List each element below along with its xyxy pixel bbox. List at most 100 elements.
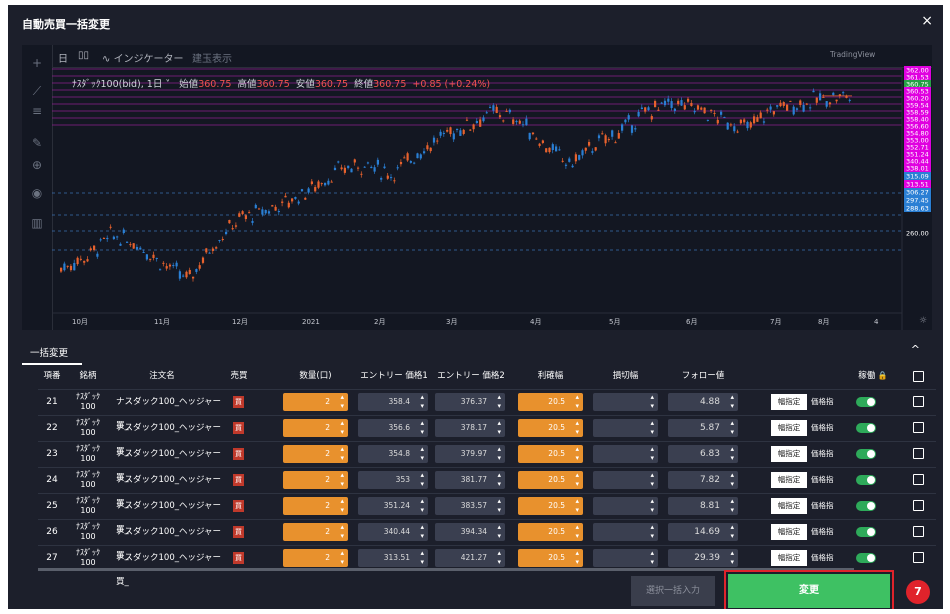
- row-checkbox[interactable]: [913, 396, 924, 407]
- spinner-icon[interactable]: ▴ ▾: [730, 393, 734, 411]
- follow-value-input[interactable]: 7.82 ▴ ▾: [668, 471, 738, 489]
- row-checkbox[interactable]: [913, 500, 924, 511]
- spinner-icon[interactable]: ▴ ▾: [575, 549, 579, 567]
- spinner-icon[interactable]: ▴ ▾: [420, 419, 424, 437]
- active-toggle[interactable]: [856, 423, 876, 433]
- spinner-icon[interactable]: ▴ ▾: [497, 497, 501, 515]
- entry-price2-input[interactable]: 376.37 ▴ ▾: [435, 393, 505, 411]
- spinner-icon[interactable]: ▴ ▾: [575, 393, 579, 411]
- chevron-up-icon[interactable]: ^: [911, 343, 920, 356]
- active-toggle[interactable]: [856, 475, 876, 485]
- quantity-input[interactable]: 2 ▴ ▾: [283, 445, 348, 463]
- spinner-icon[interactable]: ▴ ▾: [420, 471, 424, 489]
- spinner-icon[interactable]: ▴ ▾: [730, 497, 734, 515]
- spinner-icon[interactable]: ▴ ▾: [497, 549, 501, 567]
- spinner-icon[interactable]: ▴ ▾: [420, 497, 424, 515]
- take-profit-input[interactable]: 20.5 ▴ ▾: [518, 419, 583, 437]
- spinner-icon[interactable]: ▴ ▾: [575, 471, 579, 489]
- entry-price1-input[interactable]: 351.24 ▴ ▾: [358, 497, 428, 515]
- price-spec-button[interactable]: 価格指: [811, 520, 837, 544]
- follow-value-input[interactable]: 6.83 ▴ ▾: [668, 445, 738, 463]
- spinner-icon[interactable]: ▴ ▾: [340, 497, 344, 515]
- stop-loss-input[interactable]: ▴ ▾: [593, 445, 658, 463]
- quantity-input[interactable]: 2 ▴ ▾: [283, 549, 348, 567]
- price-spec-button[interactable]: 価格指: [811, 416, 837, 440]
- active-toggle[interactable]: [856, 553, 876, 563]
- spinner-icon[interactable]: ▴ ▾: [650, 549, 654, 567]
- spinner-icon[interactable]: ▴ ▾: [650, 471, 654, 489]
- spinner-icon[interactable]: ▴ ▾: [420, 445, 424, 463]
- price-spec-button[interactable]: 価格指: [811, 494, 837, 518]
- take-profit-input[interactable]: 20.5 ▴ ▾: [518, 445, 583, 463]
- spinner-icon[interactable]: ▴ ▾: [575, 523, 579, 541]
- width-spec-button[interactable]: 幅指定: [771, 550, 807, 566]
- width-spec-button[interactable]: 幅指定: [771, 524, 807, 540]
- stop-loss-input[interactable]: ▴ ▾: [593, 497, 658, 515]
- active-toggle[interactable]: [856, 501, 876, 511]
- width-spec-button[interactable]: 幅指定: [771, 420, 807, 436]
- spinner-icon[interactable]: ▴ ▾: [340, 419, 344, 437]
- follow-value-input[interactable]: 29.39 ▴ ▾: [668, 549, 738, 567]
- spinner-icon[interactable]: ▴ ▾: [650, 393, 654, 411]
- spinner-icon[interactable]: ▴ ▾: [497, 523, 501, 541]
- spinner-icon[interactable]: ▴ ▾: [340, 445, 344, 463]
- quantity-input[interactable]: 2 ▴ ▾: [283, 471, 348, 489]
- price-spec-button[interactable]: 価格指: [811, 390, 837, 414]
- follow-value-input[interactable]: 5.87 ▴ ▾: [668, 419, 738, 437]
- row-checkbox[interactable]: [913, 422, 924, 433]
- spinner-icon[interactable]: ▴ ▾: [420, 393, 424, 411]
- stop-loss-input[interactable]: ▴ ▾: [593, 523, 658, 541]
- quantity-input[interactable]: 2 ▴ ▾: [283, 419, 348, 437]
- spinner-icon[interactable]: ▴ ▾: [650, 445, 654, 463]
- symbol-label[interactable]: ﾅｽﾀﾞｯｸ100(bid), 1日 ˅: [72, 79, 170, 90]
- take-profit-input[interactable]: 20.5 ▴ ▾: [518, 393, 583, 411]
- follow-value-input[interactable]: 14.69 ▴ ▾: [668, 523, 738, 541]
- row-checkbox[interactable]: [913, 474, 924, 485]
- take-profit-input[interactable]: 20.5 ▴ ▾: [518, 549, 583, 567]
- width-spec-button[interactable]: 幅指定: [771, 446, 807, 462]
- spinner-icon[interactable]: ▴ ▾: [340, 523, 344, 541]
- stop-loss-input[interactable]: ▴ ▾: [593, 471, 658, 489]
- price-spec-button[interactable]: 価格指: [811, 546, 837, 570]
- follow-value-input[interactable]: 8.81 ▴ ▾: [668, 497, 738, 515]
- spinner-icon[interactable]: ▴ ▾: [340, 471, 344, 489]
- row-checkbox[interactable]: [913, 526, 924, 537]
- entry-price2-input[interactable]: 381.77 ▴ ▾: [435, 471, 505, 489]
- entry-price1-input[interactable]: 340.44 ▴ ▾: [358, 523, 428, 541]
- entry-price1-input[interactable]: 356.6 ▴ ▾: [358, 419, 428, 437]
- spinner-icon[interactable]: ▴ ▾: [497, 419, 501, 437]
- spinner-icon[interactable]: ▴ ▾: [497, 393, 501, 411]
- entry-price1-input[interactable]: 358.4 ▴ ▾: [358, 393, 428, 411]
- spinner-icon[interactable]: ▴ ▾: [340, 393, 344, 411]
- entry-price1-input[interactable]: 354.8 ▴ ▾: [358, 445, 428, 463]
- quantity-input[interactable]: 2 ▴ ▾: [283, 497, 348, 515]
- take-profit-input[interactable]: 20.5 ▴ ▾: [518, 471, 583, 489]
- stop-loss-input[interactable]: ▴ ▾: [593, 549, 658, 567]
- entry-price1-input[interactable]: 313.51 ▴ ▾: [358, 549, 428, 567]
- spinner-icon[interactable]: ▴ ▾: [497, 445, 501, 463]
- change-button[interactable]: 変更: [728, 574, 890, 608]
- active-toggle[interactable]: [856, 449, 876, 459]
- spinner-icon[interactable]: ▴ ▾: [575, 445, 579, 463]
- bulk-input-button[interactable]: 選択一括入力: [631, 576, 715, 606]
- row-checkbox[interactable]: [913, 448, 924, 459]
- close-icon[interactable]: ×: [921, 13, 933, 29]
- spinner-icon[interactable]: ▴ ▾: [420, 523, 424, 541]
- spinner-icon[interactable]: ▴ ▾: [575, 497, 579, 515]
- active-toggle[interactable]: [856, 397, 876, 407]
- spinner-icon[interactable]: ▴ ▾: [497, 471, 501, 489]
- price-chart[interactable]: + ⟋ ≡ ✎ ⊕ ◉ ▥ 日 ▯▯ ∿ インジケーター 建玉表示 Tradin…: [22, 45, 932, 330]
- spinner-icon[interactable]: ▴ ▾: [730, 445, 734, 463]
- spinner-icon[interactable]: ▴ ▾: [730, 549, 734, 567]
- take-profit-input[interactable]: 20.5 ▴ ▾: [518, 497, 583, 515]
- entry-price1-input[interactable]: 353 ▴ ▾: [358, 471, 428, 489]
- spinner-icon[interactable]: ▴ ▾: [650, 497, 654, 515]
- lock-icon[interactable]: 🔒: [875, 371, 888, 380]
- price-spec-button[interactable]: 価格指: [811, 442, 837, 466]
- quantity-input[interactable]: 2 ▴ ▾: [283, 523, 348, 541]
- entry-price2-input[interactable]: 378.17 ▴ ▾: [435, 419, 505, 437]
- spinner-icon[interactable]: ▴ ▾: [575, 419, 579, 437]
- price-spec-button[interactable]: 価格指: [811, 468, 837, 492]
- row-checkbox[interactable]: [913, 552, 924, 563]
- spinner-icon[interactable]: ▴ ▾: [340, 549, 344, 567]
